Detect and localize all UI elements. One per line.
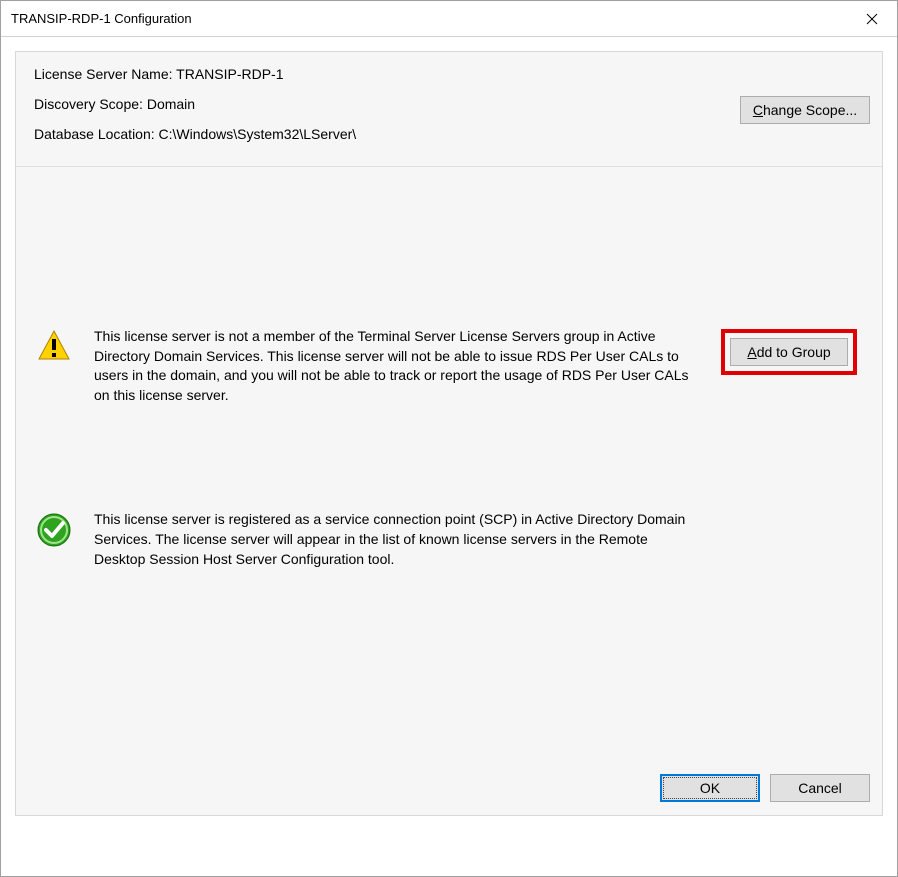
success-icon xyxy=(34,510,74,548)
add-to-group-button[interactable]: Add to Group xyxy=(730,338,848,366)
success-text: This license server is registered as a s… xyxy=(74,510,714,569)
scope-value: Domain xyxy=(147,96,195,112)
highlight-annotation: Add to Group xyxy=(721,329,857,375)
scope-label: Discovery Scope: xyxy=(34,96,143,112)
window-titlebar: TRANSIP-RDP-1 Configuration xyxy=(1,1,897,37)
cancel-button[interactable]: Cancel xyxy=(770,774,870,802)
warning-icon xyxy=(34,327,74,363)
warning-text: This license server is not a member of t… xyxy=(74,327,714,405)
server-info-section: License Server Name: TRANSIP-RDP-1 Disco… xyxy=(16,52,882,167)
dialog-body: License Server Name: TRANSIP-RDP-1 Disco… xyxy=(1,37,897,816)
ok-button[interactable]: OK xyxy=(660,774,760,802)
db-location-line: Database Location: C:\Windows\System32\L… xyxy=(34,126,864,142)
server-name-value: TRANSIP-RDP-1 xyxy=(176,66,283,82)
add-to-group-wrapper: Add to Group xyxy=(714,327,864,375)
dialog-button-bar: OK Cancel xyxy=(16,761,882,815)
warning-status-row: This license server is not a member of t… xyxy=(16,327,882,405)
close-icon xyxy=(866,13,878,25)
db-label: Database Location: xyxy=(34,126,155,142)
server-name-label: License Server Name: xyxy=(34,66,173,82)
window-title: TRANSIP-RDP-1 Configuration xyxy=(11,11,192,26)
config-panel: License Server Name: TRANSIP-RDP-1 Disco… xyxy=(15,51,883,816)
server-name-line: License Server Name: TRANSIP-RDP-1 xyxy=(34,66,864,82)
change-scope-button[interactable]: Change Scope... xyxy=(740,96,870,124)
db-path-value: C:\Windows\System32\LServer\ xyxy=(159,126,357,142)
ok-status-row: This license server is registered as a s… xyxy=(16,510,882,569)
close-button[interactable] xyxy=(847,1,897,37)
success-action-placeholder xyxy=(714,510,864,512)
